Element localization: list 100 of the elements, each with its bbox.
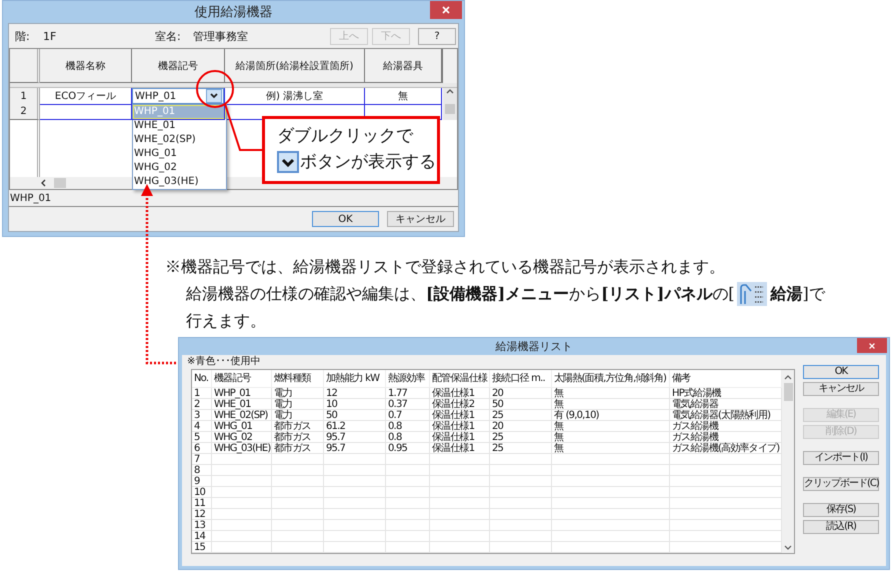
column-header: 機器記号 — [132, 49, 225, 83]
table-cell: 保温仕様2 — [430, 399, 490, 410]
table-cell — [272, 542, 324, 553]
column-header: 燃料種類 — [272, 370, 324, 388]
scroll-thumb[interactable] — [445, 104, 455, 114]
table-cell: 61.2 — [324, 421, 386, 432]
table-cell: 例) 湯沸し室 — [225, 88, 365, 105]
row-number: 9 — [192, 476, 212, 487]
table-cell: 有 (9,0,10) — [552, 410, 670, 421]
table-cell: 保温仕様1 — [430, 443, 490, 454]
table-cell: 保温仕様1 — [430, 388, 490, 399]
table-cell: 0.8 — [386, 432, 430, 443]
table-cell: 都市ガス — [272, 443, 324, 454]
table-cell — [324, 531, 386, 542]
row-number: 2 — [10, 104, 40, 120]
table-cell — [490, 476, 552, 487]
table-cell — [212, 520, 272, 531]
room-label: 室名: — [155, 28, 182, 44]
table-cell — [324, 542, 386, 553]
table-cell — [430, 531, 490, 542]
row-number: 14 — [192, 531, 212, 542]
row-number: 6 — [192, 443, 212, 454]
table-cell: WHE_02(SP) — [212, 410, 272, 421]
table-cell — [386, 509, 430, 520]
row-number: 5 — [192, 432, 212, 443]
table-cell — [430, 487, 490, 498]
row-number: 10 — [192, 487, 212, 498]
table-cell — [212, 542, 272, 553]
table-cell — [490, 498, 552, 509]
scroll-left-icon[interactable] — [40, 179, 46, 187]
dialog-button[interactable]: OK — [803, 365, 879, 379]
table-cell — [386, 465, 430, 476]
close-button[interactable] — [857, 338, 887, 353]
table-cell: HP式給湯機 — [670, 388, 782, 399]
nav-button[interactable]: ? — [418, 28, 456, 44]
dropdown-button[interactable] — [206, 89, 222, 103]
table-cell — [490, 465, 552, 476]
table-cell: 無 — [552, 388, 670, 399]
table-cell: 25 — [490, 443, 552, 454]
table-cell — [490, 520, 552, 531]
dialog-button[interactable]: OK — [312, 211, 379, 227]
column-header: 太陽熱(面積,方位角,傾斜角) — [552, 370, 670, 388]
table-cell: WHG_02 — [212, 432, 272, 443]
table-cell: 電気給湯器(太陽熱利用) — [670, 410, 782, 421]
scroll-up-icon[interactable] — [446, 88, 454, 94]
table-cell — [430, 509, 490, 520]
table-cell — [490, 542, 552, 553]
table-cell — [386, 531, 430, 542]
table-cell: ガス給湯機(高効率タイプ) — [670, 443, 782, 454]
close-icon — [868, 342, 876, 350]
table-cell: 電力 — [272, 388, 324, 399]
table-cell — [324, 465, 386, 476]
scroll-up-icon[interactable] — [784, 374, 792, 380]
table-cell: 保温仕様1 — [430, 410, 490, 421]
scroll-down-icon[interactable] — [784, 545, 792, 551]
table-cell: 25 — [490, 432, 552, 443]
row-number: 13 — [192, 520, 212, 531]
table-cell — [324, 487, 386, 498]
table-cell: 都市ガス — [272, 432, 324, 443]
note-text: 給湯機器の仕様の確認や編集は、[設備機器]メニューから[リスト]パネルの[ — [186, 283, 735, 305]
table-cell — [430, 476, 490, 487]
row-number: 4 — [192, 421, 212, 432]
table-cell — [272, 487, 324, 498]
table-cell — [212, 465, 272, 476]
dialog-button[interactable]: キャンセル — [387, 211, 454, 227]
row-number: 11 — [192, 498, 212, 509]
dropdown-option[interactable]: WHG_01 — [133, 147, 226, 161]
table-cell: 0.95 — [386, 443, 430, 454]
scroll-thumb[interactable] — [54, 178, 66, 188]
close-button[interactable] — [430, 1, 462, 19]
table-cell: 12 — [324, 388, 386, 399]
column-header: 機器名称 — [40, 49, 132, 83]
table-cell: 無 — [552, 421, 670, 432]
dropdown-option[interactable]: WHG_02 — [133, 161, 226, 175]
floor-label: 階: — [15, 28, 31, 44]
table-cell: 20 — [490, 421, 552, 432]
table-cell — [490, 454, 552, 465]
table-cell: 95.7 — [324, 432, 386, 443]
dialog-button[interactable]: 保存(S) — [803, 503, 879, 517]
table-cell: 20 — [490, 388, 552, 399]
dropdown-option[interactable]: WHE_02(SP) — [133, 133, 226, 147]
callout-text: ボタンが表示する — [300, 151, 436, 174]
row-number: 1 — [192, 388, 212, 399]
scroll-thumb[interactable] — [784, 383, 792, 401]
row-number: 2 — [192, 399, 212, 410]
row-number: 15 — [192, 542, 212, 553]
dialog-button[interactable]: インポート(I) — [803, 451, 879, 465]
table-cell — [430, 454, 490, 465]
note-text: ※機器記号では、給湯機器リストで登録されている機器記号が表示されます。 — [165, 256, 726, 278]
dropdown-option[interactable]: WHE_01 — [133, 119, 226, 133]
dialog-button[interactable]: クリップボード(C) — [803, 477, 879, 491]
table-cell — [430, 465, 490, 476]
table-cell — [324, 520, 386, 531]
dialog-button[interactable]: 読込(R) — [803, 520, 879, 534]
table-cell — [272, 476, 324, 487]
chevron-down-icon — [210, 93, 218, 99]
table-cell — [324, 454, 386, 465]
table-cell — [272, 498, 324, 509]
table-cell: 無 — [552, 399, 670, 410]
dialog-button[interactable]: キャンセル — [803, 382, 879, 396]
